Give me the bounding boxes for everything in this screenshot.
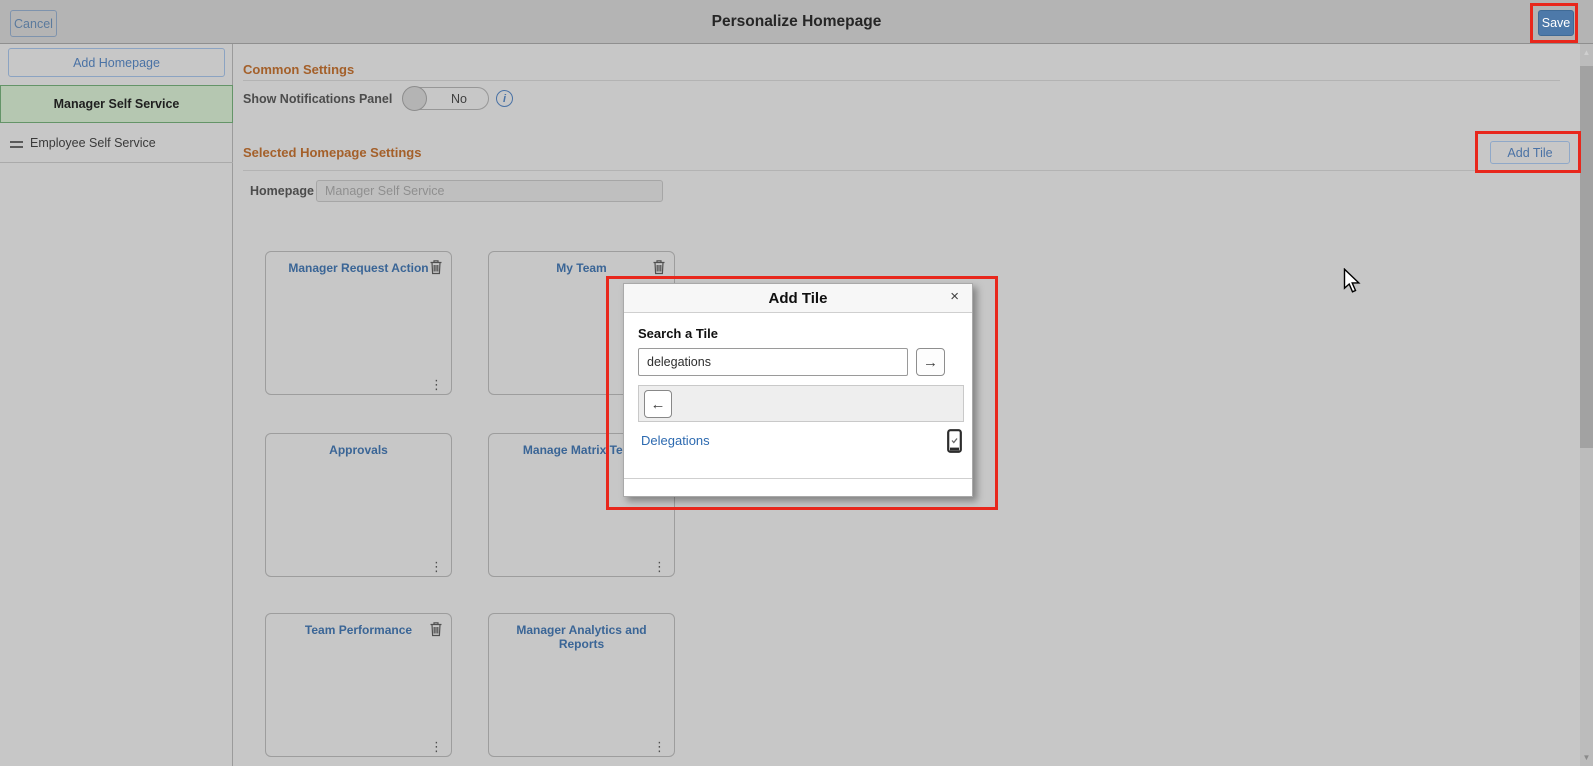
tile-title: Team Performance [304, 623, 413, 637]
tile-title: Manager Request Action [288, 261, 429, 275]
tile-approvals[interactable]: Approvals ⋮ [265, 433, 452, 577]
tile-title: My Team [556, 261, 607, 275]
info-icon[interactable]: i [496, 90, 513, 107]
tile-manager-analytics-and-reports[interactable]: Manager Analytics and Reports ⋮ [488, 613, 675, 757]
page-title: Personalize Homepage [711, 13, 882, 30]
highlight-box-add-tile [1475, 131, 1581, 173]
tile-menu-icon[interactable]: ⋮ [430, 740, 443, 753]
scroll-up-icon[interactable]: ▲ [1580, 48, 1593, 57]
drag-handle-icon[interactable] [10, 141, 23, 151]
tile-title: Approvals [329, 443, 388, 457]
tile-menu-icon[interactable]: ⋮ [430, 378, 443, 391]
highlight-box-save [1530, 3, 1578, 43]
divider [243, 170, 1560, 171]
sidebar-item-label: Employee Self Service [30, 135, 156, 150]
homepage-list-sidebar: Add Homepage Manager Self Service Employ… [0, 44, 233, 766]
delete-tile-icon[interactable] [429, 621, 443, 637]
toggle-knob[interactable] [402, 86, 427, 111]
delete-tile-icon[interactable] [652, 259, 666, 275]
tile-manager-request-action[interactable]: Manager Request Action ⋮ [265, 251, 452, 395]
common-settings-heading: Common Settings [243, 62, 355, 77]
vertical-scrollbar[interactable]: ▲ ▼ [1580, 44, 1593, 766]
divider [243, 80, 1560, 81]
sidebar-item-label: Manager Self Service [53, 97, 180, 111]
tile-title: Manager Analytics and Reports [516, 623, 647, 651]
sidebar-item-employee-self-service[interactable]: Employee Self Service [0, 123, 233, 163]
add-homepage-button[interactable]: Add Homepage [8, 48, 225, 77]
toggle-value: No [451, 92, 467, 106]
homepage-name-field [316, 180, 663, 202]
scroll-down-icon[interactable]: ▼ [1580, 753, 1593, 762]
sidebar-item-manager-self-service[interactable]: Manager Self Service [0, 85, 233, 123]
tile-menu-icon[interactable]: ⋮ [430, 560, 443, 573]
mouse-cursor [1343, 267, 1362, 300]
tile-team-performance[interactable]: Team Performance ⋮ [265, 613, 452, 757]
scrollbar-thumb[interactable] [1580, 66, 1593, 448]
top-header-bar: Cancel Personalize Homepage Save [0, 0, 1593, 44]
homepage-label: Homepage [250, 184, 314, 198]
show-notifications-label: Show Notifications Panel [243, 92, 393, 106]
show-notifications-toggle[interactable]: No [402, 86, 489, 111]
highlight-box-dialog [606, 276, 998, 510]
tile-menu-icon[interactable]: ⋮ [653, 560, 666, 573]
selected-homepage-settings-heading: Selected Homepage Settings [243, 145, 422, 160]
tile-menu-icon[interactable]: ⋮ [653, 740, 666, 753]
delete-tile-icon[interactable] [429, 259, 443, 275]
